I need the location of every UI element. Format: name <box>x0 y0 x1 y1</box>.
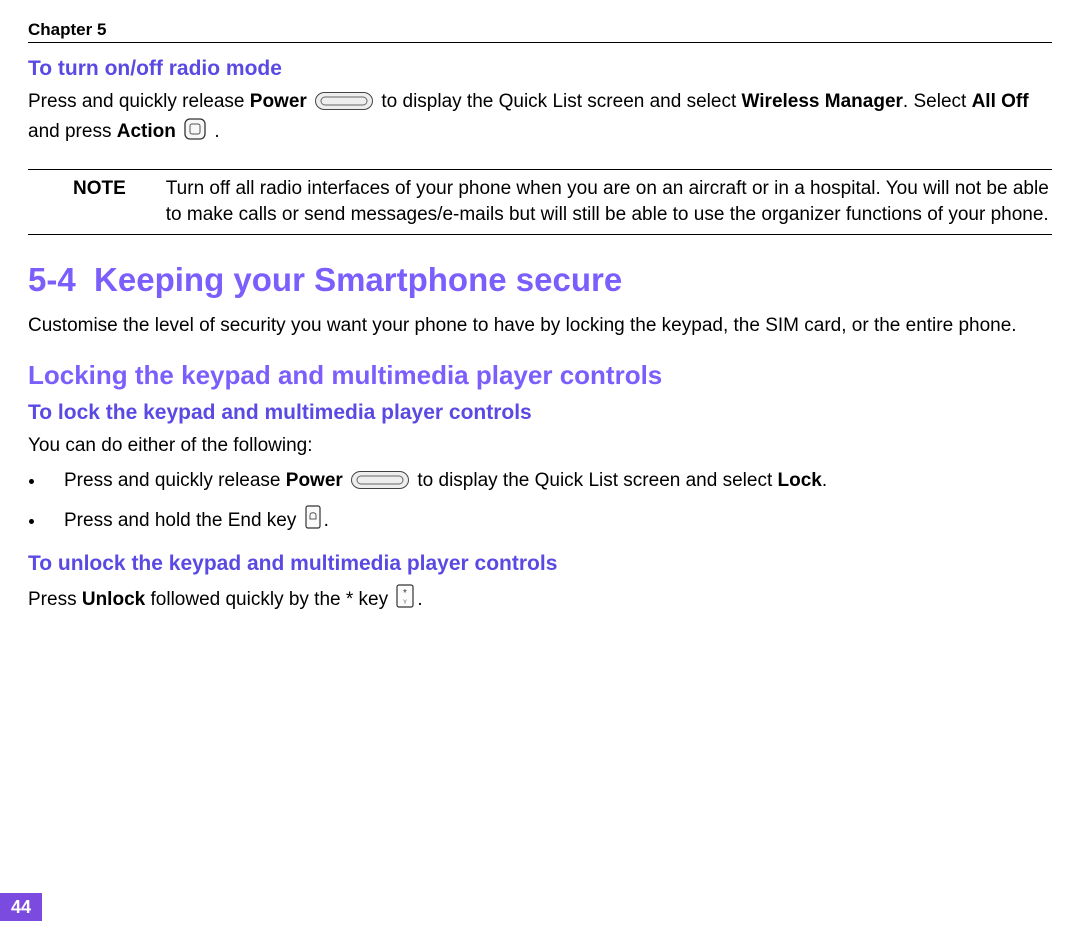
section-title: Keeping your Smartphone secure <box>94 261 622 298</box>
svg-text:*: * <box>403 588 407 599</box>
text-fragment: . <box>822 470 827 491</box>
list-item: Press and quickly release Power to displ… <box>46 467 1052 498</box>
page-number: 44 <box>0 893 42 921</box>
text-fragment: . Select <box>903 91 972 112</box>
power-button-icon <box>315 92 373 118</box>
text-fragment: followed quickly by the * key <box>145 589 393 610</box>
page-footer: 44 <box>0 897 42 918</box>
unlock-label: Unlock <box>82 589 145 610</box>
text-fragment: Press and quickly release <box>28 91 250 112</box>
subsection-heading-locking: Locking the keypad and multimedia player… <box>28 360 1052 391</box>
star-key-icon: *Y <box>396 584 414 616</box>
action-button-icon <box>184 118 206 148</box>
text-fragment: Press and quickly release <box>64 470 286 491</box>
unlock-paragraph: Press Unlock followed quickly by the * k… <box>28 584 1052 616</box>
text-fragment: and press <box>28 121 117 142</box>
text-fragment: to display the Quick List screen and sel… <box>417 470 777 491</box>
note-label: NOTE <box>28 176 126 227</box>
note-block: NOTE Turn off all radio interfaces of yo… <box>28 169 1052 234</box>
heading-to-unlock: To unlock the keypad and multimedia play… <box>28 552 1052 576</box>
radio-mode-paragraph: Press and quickly release Power to displ… <box>28 89 1052 147</box>
end-key-icon <box>305 505 321 538</box>
power-label: Power <box>286 470 343 491</box>
heading-to-lock: To lock the keypad and multimedia player… <box>28 401 1052 425</box>
note-text: Turn off all radio interfaces of your ph… <box>166 176 1052 227</box>
text-fragment: . <box>209 121 220 142</box>
power-label: Power <box>250 91 307 112</box>
action-label: Action <box>117 121 176 142</box>
lock-options-list: Press and quickly release Power to displ… <box>46 467 1052 538</box>
all-off-label: All Off <box>972 91 1029 112</box>
svg-text:Y: Y <box>403 600 407 606</box>
wireless-manager-label: Wireless Manager <box>742 91 903 112</box>
power-button-icon <box>351 470 409 498</box>
heading-radio-mode: To turn on/off radio mode <box>28 57 1052 81</box>
lock-intro: You can do either of the following: <box>28 433 1052 459</box>
chapter-header: Chapter 5 <box>28 20 1052 43</box>
text-fragment: to display the Quick List screen and sel… <box>381 91 741 112</box>
page-root: Chapter 5 To turn on/off radio mode Pres… <box>0 0 1080 930</box>
section-heading: 5-4 Keeping your Smartphone secure <box>28 261 1052 299</box>
section-intro: Customise the level of security you want… <box>28 313 1052 339</box>
lock-label: Lock <box>778 470 822 491</box>
text-fragment: Press and hold the End key <box>64 510 302 531</box>
text-fragment: . <box>324 510 329 531</box>
section-number: 5-4 <box>28 261 76 298</box>
list-item: Press and hold the End key . <box>46 505 1052 538</box>
text-fragment: . <box>417 589 422 610</box>
text-fragment: Press <box>28 589 82 610</box>
